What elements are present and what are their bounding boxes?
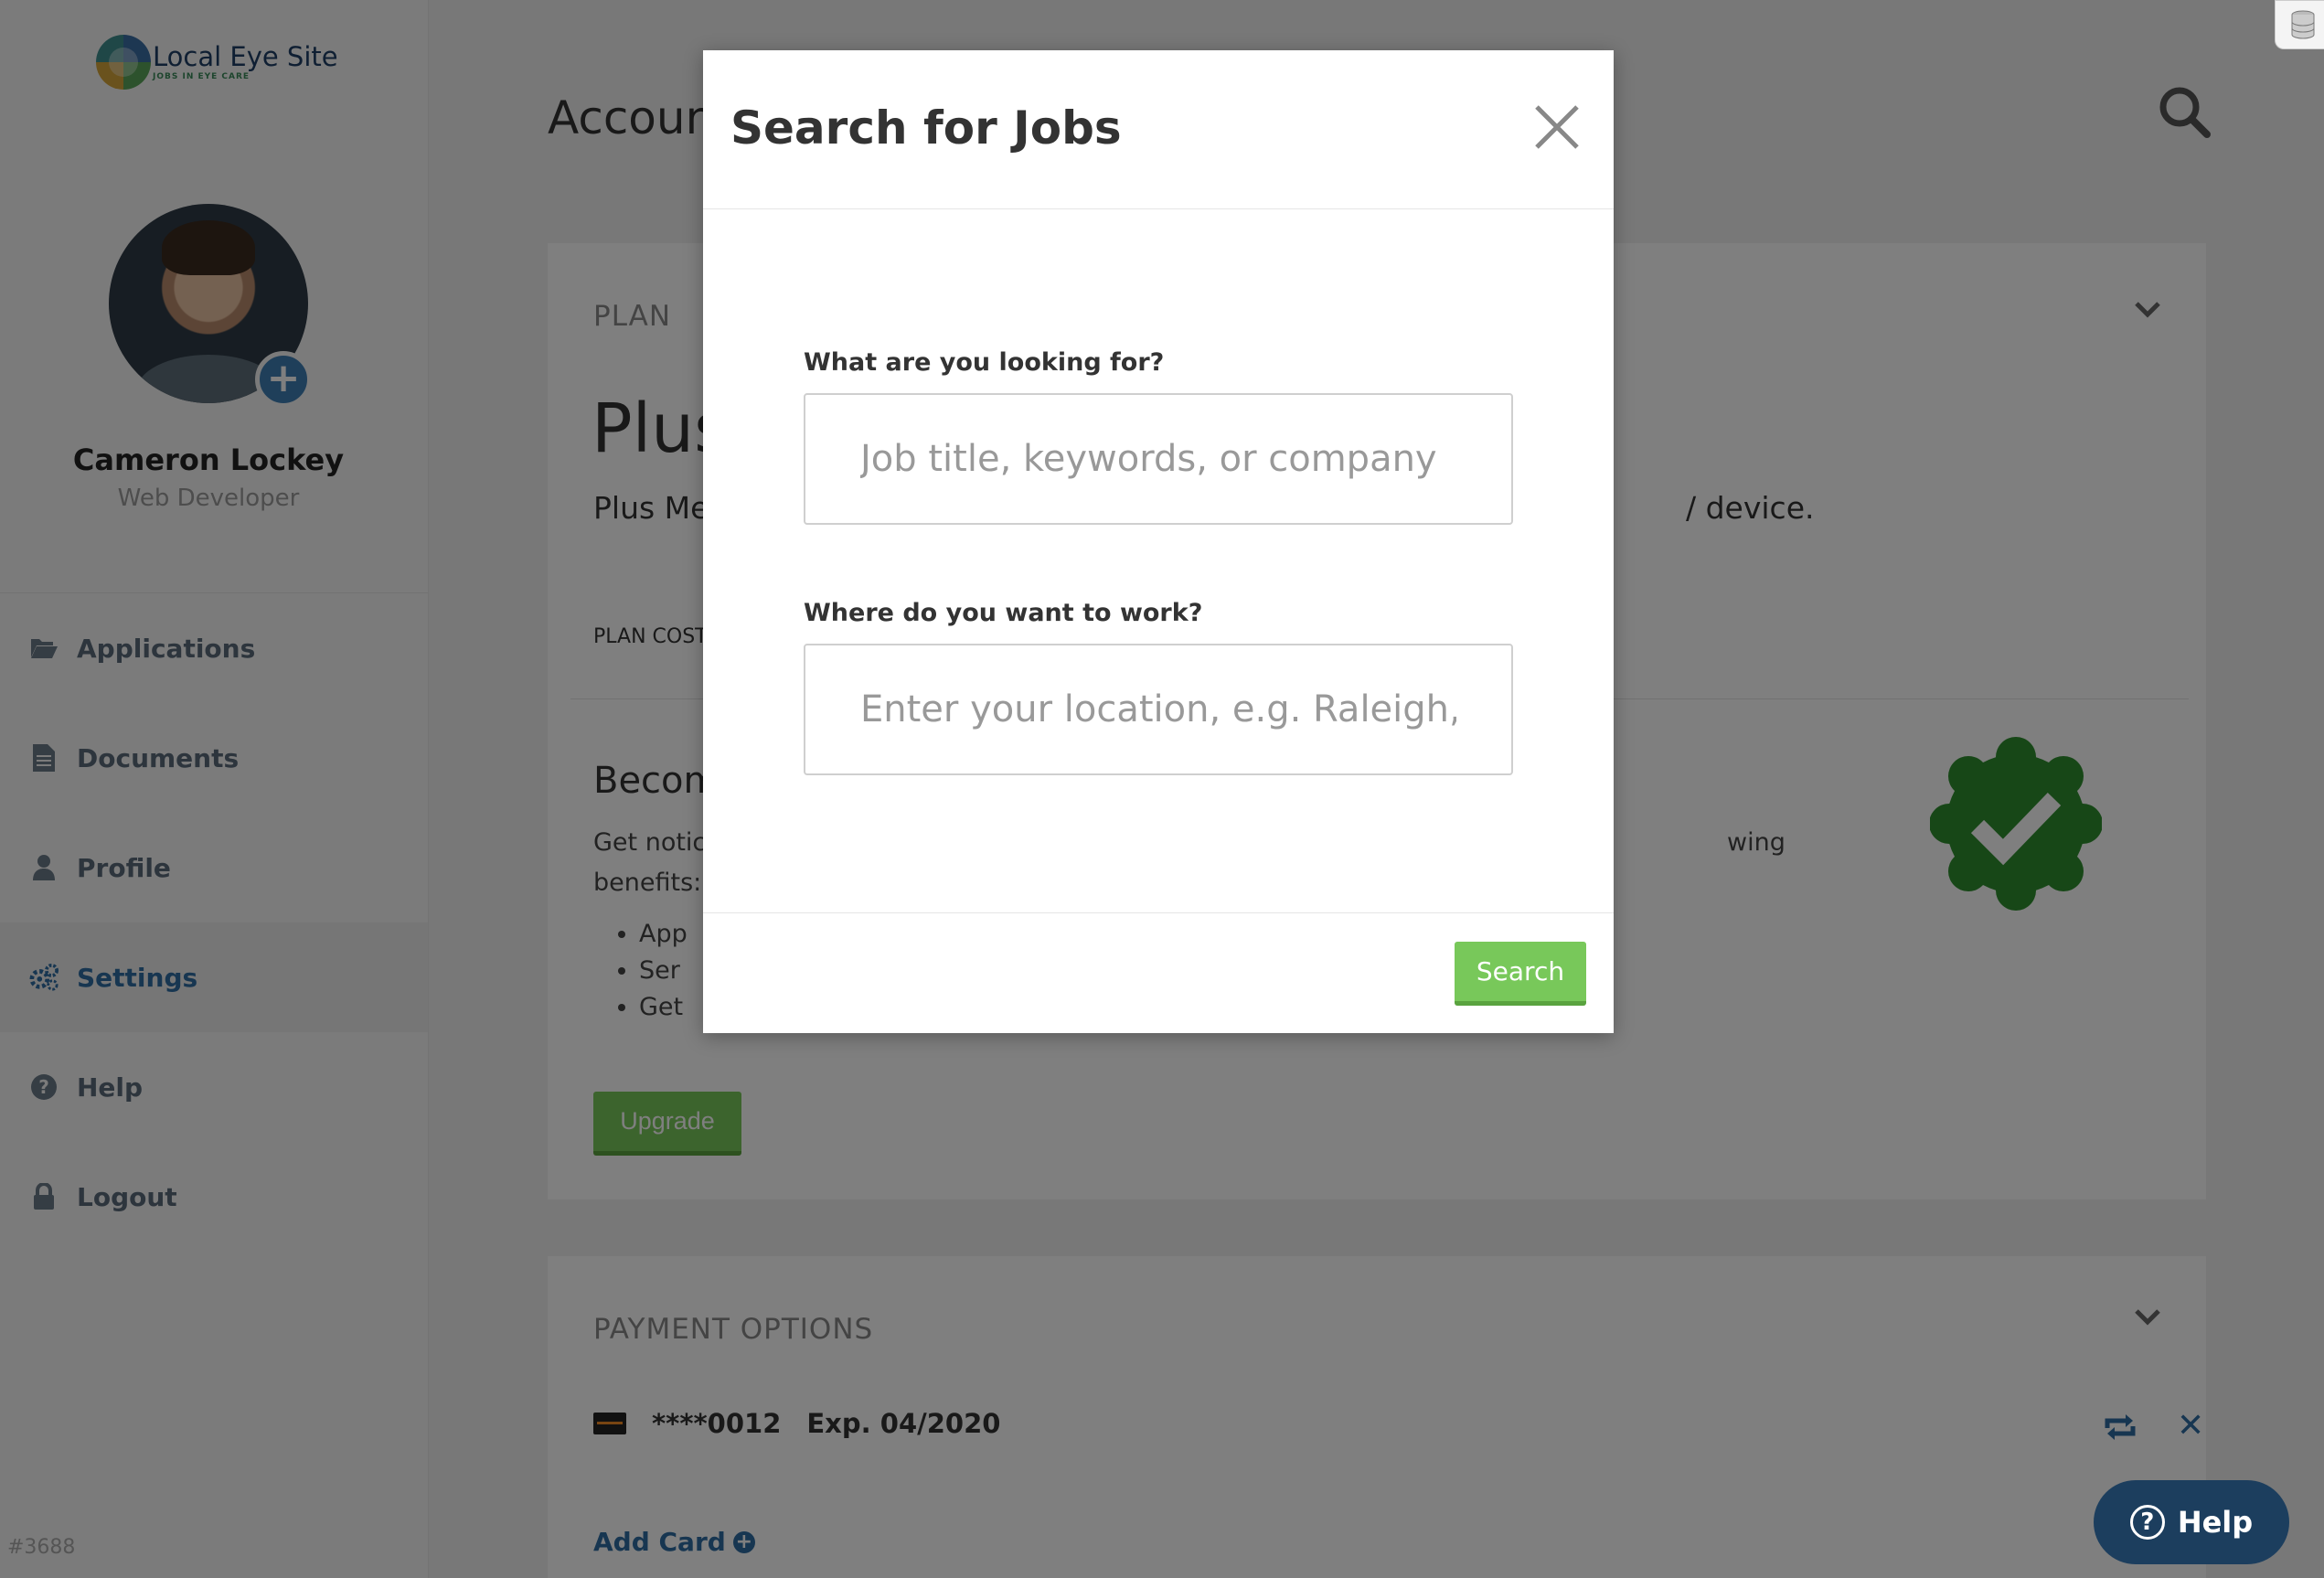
job-keywords-input[interactable] xyxy=(804,393,1513,525)
question-circle-icon: ? xyxy=(2129,1505,2165,1540)
location-input[interactable] xyxy=(804,644,1513,775)
what-label: What are you looking for? xyxy=(804,348,1165,377)
modal-title: Search for Jobs xyxy=(730,101,1122,155)
help-button-label: Help xyxy=(2177,1505,2254,1540)
database-icon[interactable] xyxy=(2275,0,2324,49)
help-chat-button[interactable]: ? Help xyxy=(2094,1480,2289,1564)
modal-header: Search for Jobs xyxy=(703,50,1614,209)
where-label: Where do you want to work? xyxy=(804,599,1203,627)
search-jobs-modal: Search for Jobs What are you looking for… xyxy=(703,50,1614,1033)
search-button[interactable]: Search xyxy=(1455,942,1586,1006)
close-icon[interactable] xyxy=(1531,101,1583,153)
